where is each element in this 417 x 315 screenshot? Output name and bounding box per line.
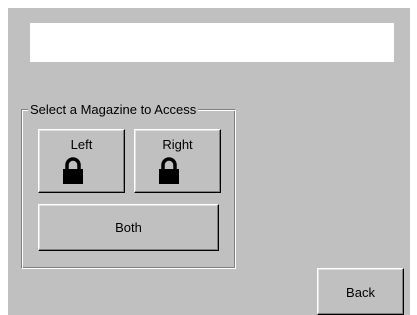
both-magazines-button[interactable]: Both [38, 204, 219, 251]
back-button[interactable]: Back [317, 268, 404, 315]
left-magazine-label: Left [70, 137, 93, 152]
magazine-access-window: Select a Magazine to Access Left Right B… [8, 8, 410, 315]
left-magazine-button[interactable]: Left [38, 129, 125, 193]
lock-icon [159, 157, 179, 184]
magazine-select-legend: Select a Magazine to Access [28, 102, 199, 117]
both-magazines-label: Both [115, 220, 142, 235]
status-display [30, 23, 394, 62]
lock-icon [63, 157, 83, 184]
right-magazine-label: Right [162, 137, 193, 152]
right-magazine-button[interactable]: Right [134, 129, 221, 193]
back-button-label: Back [346, 285, 375, 300]
